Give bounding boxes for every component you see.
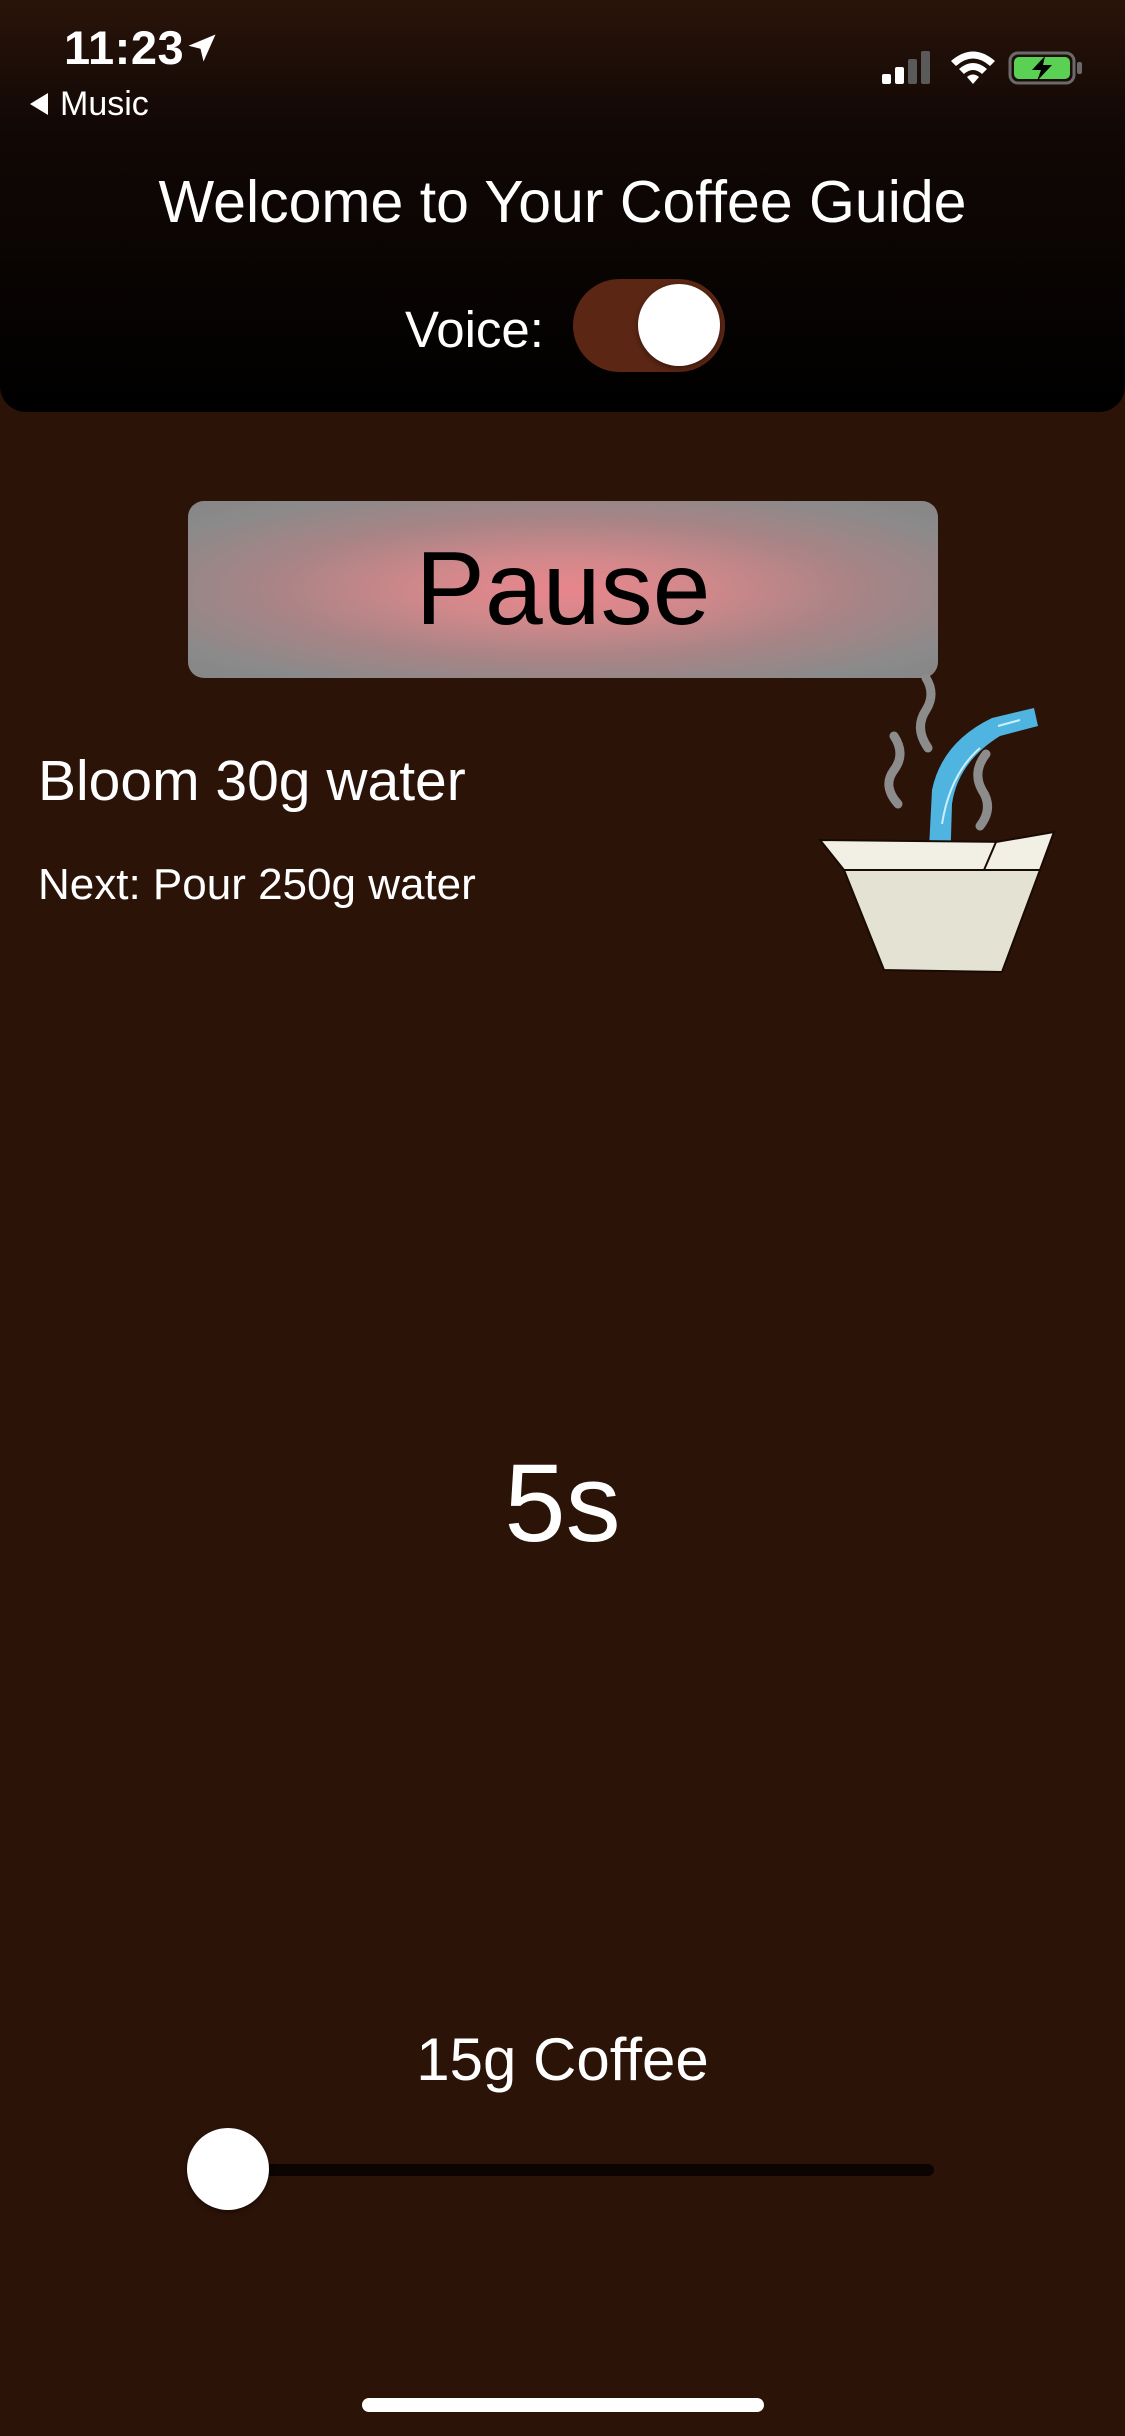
- back-to-music-link[interactable]: Music: [30, 82, 149, 126]
- cellular-signal-icon: [882, 51, 930, 84]
- voice-toggle[interactable]: [573, 279, 725, 372]
- back-link-label: Music: [60, 84, 149, 123]
- next-step: Next: Pour 250g water: [38, 860, 476, 909]
- pour-over-coffee-illustration: [817, 674, 1056, 974]
- page-title: Welcome to Your Coffee Guide: [158, 169, 967, 235]
- current-step: Bloom 30g water: [38, 749, 466, 813]
- header-bar: 11:23 Music Welcome to Your Coffee Guide…: [0, 0, 1125, 412]
- pause-button[interactable]: Pause: [188, 501, 938, 678]
- coffee-amount-label: 15g Coffee: [416, 2026, 709, 2093]
- home-indicator[interactable]: [362, 2398, 764, 2412]
- coffee-amount-slider-thumb[interactable]: [187, 2128, 269, 2210]
- location-arrow-icon: [188, 34, 216, 62]
- coffee-amount-slider-track[interactable]: [228, 2164, 934, 2176]
- back-arrow-icon: [30, 93, 48, 115]
- countdown-timer: 5s: [504, 1442, 621, 1565]
- voice-toggle-knob: [638, 284, 720, 366]
- voice-label: Voice:: [405, 301, 544, 358]
- wifi-icon: [951, 51, 995, 84]
- status-time: 11:23: [64, 21, 185, 74]
- battery-charging-icon: [1008, 51, 1082, 85]
